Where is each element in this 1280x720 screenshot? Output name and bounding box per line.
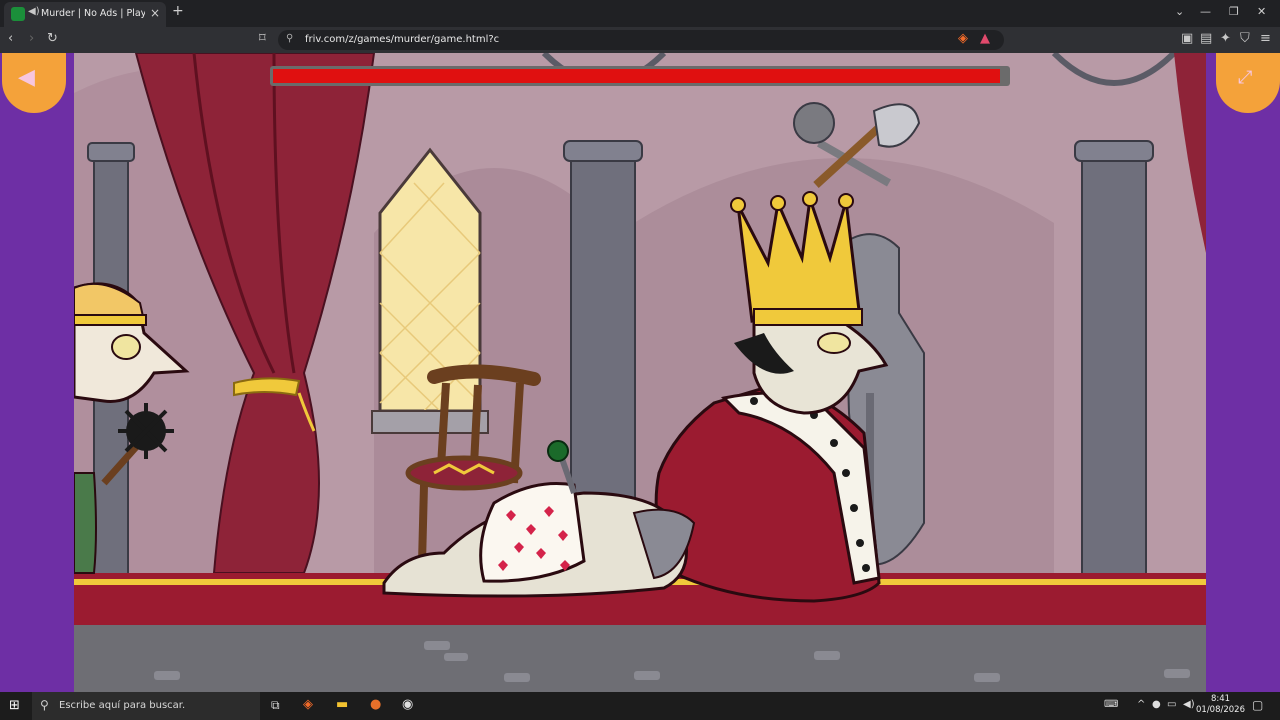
search-icon: ⚲ bbox=[40, 698, 49, 712]
show-hidden-icons[interactable]: ^ bbox=[1137, 699, 1145, 710]
minimize-button[interactable]: — bbox=[1200, 5, 1211, 18]
back-corner-button[interactable]: ◀ bbox=[2, 53, 66, 113]
left-side-panel: ◀ bbox=[0, 53, 74, 692]
notifications-icon[interactable]: ▢ bbox=[1252, 698, 1263, 712]
right-side-panel: ⤢ bbox=[1206, 53, 1280, 692]
clock-time: 8:41 bbox=[1210, 694, 1231, 704]
game-scene bbox=[74, 53, 1206, 692]
close-window-button[interactable]: ✕ bbox=[1257, 5, 1266, 18]
site-info-icon[interactable]: ⚲ bbox=[286, 33, 293, 44]
search-placeholder: Escribe aquí para buscar. bbox=[59, 700, 186, 711]
brave-taskbar-icon[interactable]: ◈ bbox=[303, 697, 313, 712]
taskbar-search[interactable]: ⚲ Escribe aquí para buscar. bbox=[32, 692, 260, 720]
tab-title: Murder | No Ads | Play At Friv bbox=[41, 8, 145, 19]
sidebar-toggle-icon[interactable]: ▣ bbox=[1181, 32, 1193, 46]
tab-search-chevron-icon[interactable]: ⌄ bbox=[1175, 5, 1184, 18]
keyboard-icon[interactable]: ⌨ bbox=[1104, 699, 1118, 710]
taskbar: ⊞ ⚲ Escribe aquí para buscar. ⧉ ◈ ▬ ● ◉ … bbox=[0, 692, 1280, 720]
browser-toolbar: ‹ › ↻ ⌑ ⚲ friv.com/z/games/murder/game.h… bbox=[0, 27, 1280, 53]
brave-shields-icon[interactable]: ◈ bbox=[958, 32, 968, 46]
task-view-icon[interactable]: ⧉ bbox=[271, 698, 280, 713]
friv-favicon-icon bbox=[11, 7, 25, 21]
back-arrow-icon: ◀ bbox=[18, 65, 35, 90]
url-text: friv.com/z/games/murder/game.html?c bbox=[305, 34, 500, 45]
fullscreen-corner-button[interactable]: ⤢ bbox=[1216, 53, 1280, 113]
health-bar-fill bbox=[273, 69, 1000, 83]
new-tab-button[interactable]: + bbox=[172, 3, 184, 19]
wallet-icon[interactable]: ▤ bbox=[1200, 32, 1212, 46]
tab-strip: ◀) Murder | No Ads | Play At Friv × + ⌄ … bbox=[0, 0, 1280, 27]
forward-button[interactable]: › bbox=[29, 32, 34, 46]
windows-start-icon[interactable]: ⊞ bbox=[9, 698, 20, 713]
game-canvas[interactable] bbox=[74, 53, 1206, 692]
vpn-icon[interactable]: ⛉ bbox=[1240, 32, 1250, 46]
mic-tray-icon[interactable]: ● bbox=[1152, 699, 1161, 710]
audio-playing-icon[interactable]: ◀) bbox=[28, 6, 40, 17]
page-viewport: ◀ ⤢ bbox=[0, 53, 1280, 692]
volume-icon[interactable]: ◀) bbox=[1183, 699, 1195, 710]
network-icon[interactable]: ▭ bbox=[1167, 699, 1176, 710]
system-clock[interactable]: 8:41 01/08/2026 bbox=[1196, 694, 1245, 716]
file-explorer-icon[interactable]: ▬ bbox=[336, 697, 348, 712]
leo-ai-icon[interactable]: ✦ bbox=[1220, 32, 1231, 46]
browser-tab[interactable]: ◀) Murder | No Ads | Play At Friv × bbox=[4, 2, 166, 27]
brave-rewards-icon[interactable]: ▲ bbox=[980, 32, 990, 46]
restore-button[interactable]: ❐ bbox=[1229, 5, 1239, 18]
tab-close-icon[interactable]: × bbox=[150, 6, 160, 20]
address-bar[interactable]: ⚲ friv.com/z/games/murder/game.html?c bbox=[278, 30, 1004, 50]
clock-date: 01/08/2026 bbox=[1196, 705, 1245, 715]
health-bar bbox=[270, 66, 1010, 86]
fullscreen-icon: ⤢ bbox=[1238, 67, 1253, 88]
microphone-app-icon[interactable]: ● bbox=[370, 697, 381, 712]
reload-button[interactable]: ↻ bbox=[47, 32, 58, 46]
back-button[interactable]: ‹ bbox=[8, 32, 13, 46]
recorder-app-icon[interactable]: ◉ bbox=[402, 697, 413, 712]
bookmark-icon[interactable]: ⌑ bbox=[259, 32, 266, 46]
menu-icon[interactable]: ≡ bbox=[1260, 32, 1271, 46]
